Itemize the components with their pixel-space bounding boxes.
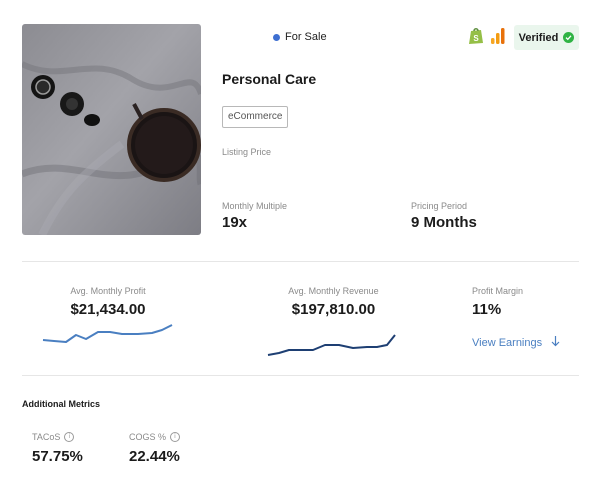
verified-label: Verified: [518, 31, 559, 44]
cogs-value: 22.44%: [129, 448, 180, 465]
verified-badge: Verified: [514, 25, 579, 50]
view-earnings-link[interactable]: View Earnings: [472, 335, 560, 350]
avg-monthly-revenue: Avg. Monthly Revenue $197,810.00: [271, 286, 396, 318]
listing-photo: [22, 24, 201, 235]
view-earnings-label: View Earnings: [472, 336, 543, 349]
pricing-period-value: 9 Months: [411, 214, 477, 231]
listing-title: Personal Care: [222, 71, 317, 87]
profit-sparkline: [42, 324, 173, 343]
revenue-label: Avg. Monthly Revenue: [288, 286, 379, 296]
monthly-multiple-value: 19x: [222, 214, 248, 231]
margin-value: 11%: [472, 301, 502, 318]
margin-label: Profit Margin: [472, 286, 524, 296]
info-icon[interactable]: i: [64, 432, 75, 442]
pricing-period-label: Pricing Period: [411, 201, 468, 211]
tacos-label: TACoS: [32, 432, 61, 442]
arrow-down-icon: [551, 335, 560, 350]
platform-icons: S: [468, 27, 506, 50]
profit-margin: Profit Margin 11%: [472, 286, 523, 318]
info-icon[interactable]: i: [170, 432, 181, 442]
revenue-sparkline: [267, 334, 396, 356]
avg-monthly-profit: Avg. Monthly Profit $21,434.00: [48, 286, 168, 318]
cogs-metric: COGS % i 22.44%: [129, 432, 181, 465]
shopify-icon: S: [468, 27, 484, 50]
listing-price-label: Listing Price: [222, 147, 272, 157]
additional-metrics-title: Additional Metrics: [22, 399, 101, 409]
status-label: For Sale: [285, 31, 327, 43]
monthly-multiple-label: Monthly Multiple: [222, 201, 288, 211]
cogs-label: COGS %: [129, 432, 167, 442]
status-dot-icon: [273, 33, 280, 41]
tacos-metric: TACoS i 57.75%: [32, 432, 83, 465]
check-circle-icon: [563, 32, 575, 43]
profit-label: Avg. Monthly Profit: [70, 286, 146, 296]
divider: [22, 261, 579, 262]
analytics-icon: [490, 27, 506, 50]
listing-status: For Sale: [273, 31, 327, 43]
revenue-value: $197,810.00: [291, 301, 376, 318]
profit-value: $21,434.00: [70, 301, 146, 318]
svg-text:S: S: [473, 34, 479, 43]
tacos-value: 57.75%: [32, 448, 83, 465]
divider: [22, 375, 579, 376]
category-tag[interactable]: eCommerce: [222, 106, 289, 128]
